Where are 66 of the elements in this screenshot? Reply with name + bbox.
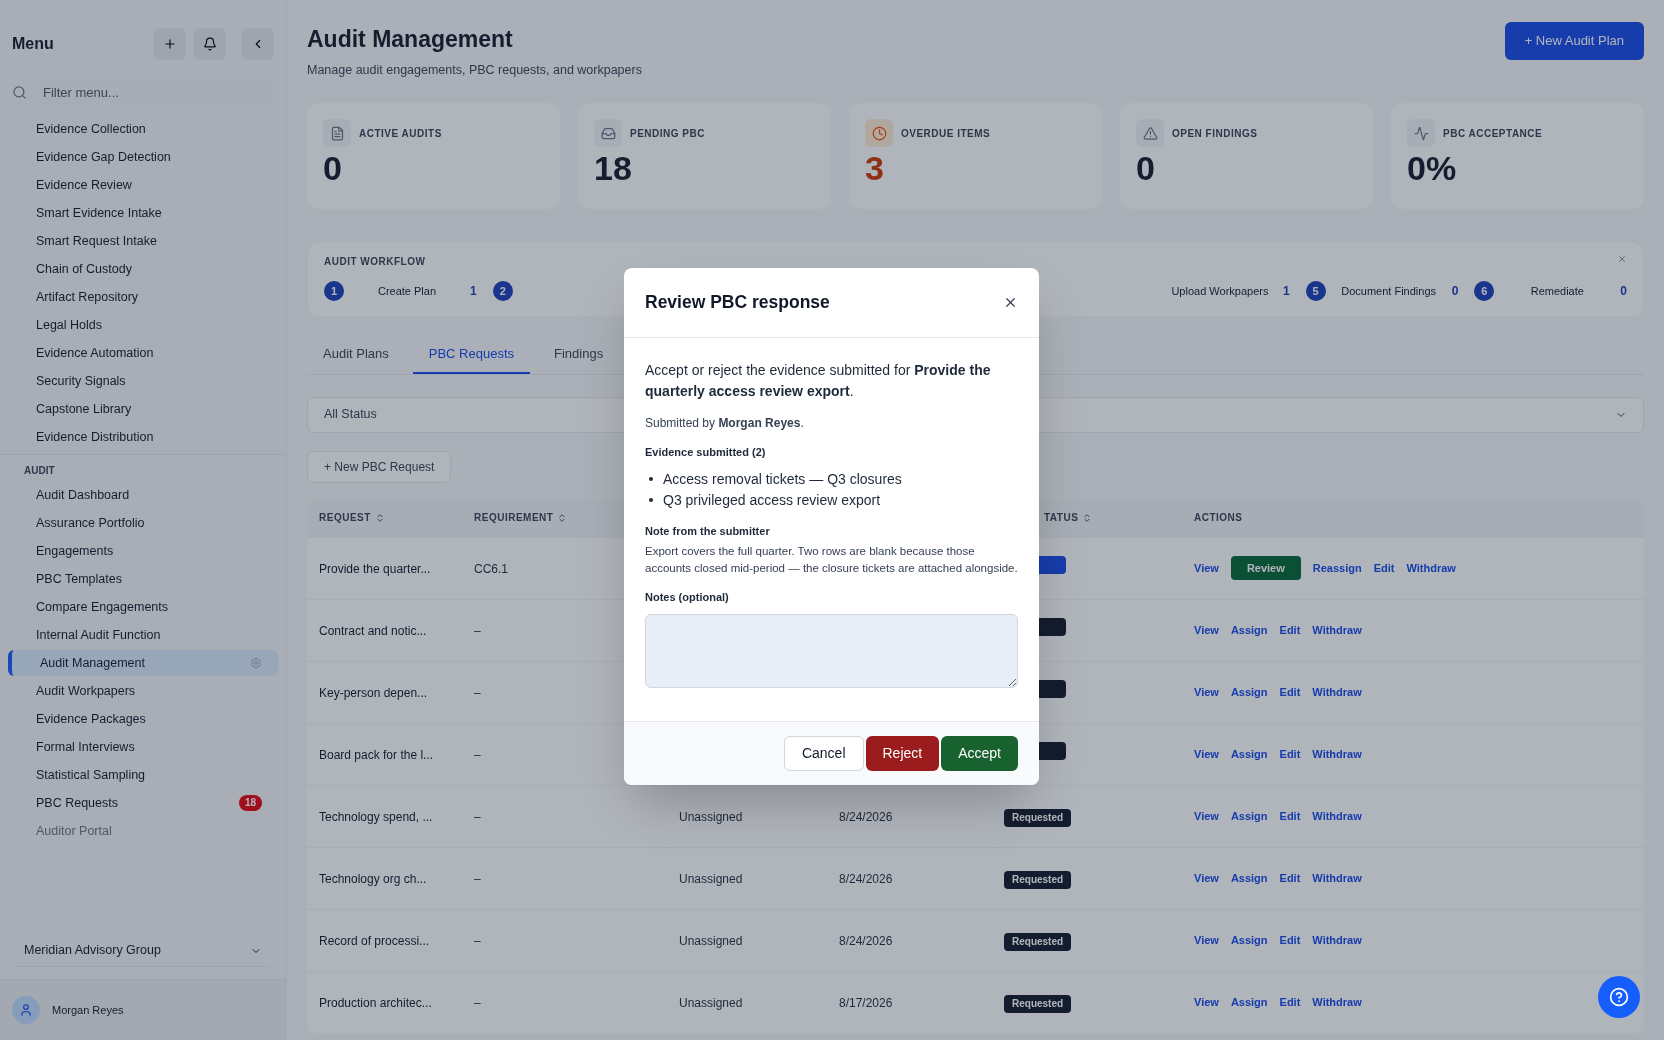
- stat-label: ACTIVE AUDITS: [359, 126, 442, 141]
- step-count: 1: [1282, 283, 1290, 301]
- workflow-title: AUDIT WORKFLOW: [324, 255, 426, 270]
- sidebar-title: Menu: [12, 34, 54, 54]
- dialog-title: Review PBC response: [645, 291, 830, 315]
- table-cell: 8/24/2026: [839, 872, 893, 887]
- table-cell: 8/24/2026: [839, 810, 893, 825]
- step-label: Remediate: [1529, 284, 1585, 299]
- step-number: 2: [492, 281, 513, 302]
- stat-value: 0%: [1407, 148, 1458, 190]
- step-count: 0: [1451, 283, 1459, 301]
- user-name: Morgan Reyes: [52, 1002, 124, 1018]
- stat-value: 0: [1136, 148, 1156, 190]
- table-cell: CC6.1: [474, 562, 508, 577]
- table-cell: Unassigned: [679, 996, 743, 1011]
- step-count: 1: [470, 283, 477, 301]
- table-cell: –: [474, 748, 481, 763]
- stat-value: 18: [594, 148, 633, 190]
- table-cell: Record of processi...: [319, 934, 430, 949]
- table-cell: 8/24/2026: [839, 934, 893, 949]
- count-badge: 18: [238, 795, 262, 811]
- step-label: Document Findings: [1340, 284, 1437, 299]
- page-subtitle: Manage audit engagements, PBC requests, and workpapers: [307, 61, 642, 79]
- status-badge: Requested: [1004, 933, 1072, 952]
- section-heading: AUDIT: [23, 464, 56, 478]
- stat-label: PENDING PBC: [630, 126, 705, 141]
- step-number: 6: [1474, 281, 1495, 302]
- page-title: Audit Management: [307, 25, 514, 54]
- table-cell: –: [474, 872, 481, 887]
- stat-label: OVERDUE ITEMS: [901, 126, 991, 141]
- stat-value: 3: [865, 148, 885, 190]
- step-count: 0: [1620, 283, 1627, 301]
- stat-value: 0: [323, 148, 343, 190]
- table-cell: Technology spend, ...: [319, 810, 433, 825]
- submitted-by-text: Submitted by Morgan Reyes.: [645, 415, 805, 432]
- evidence-item: Q3 privileged access review export: [663, 490, 881, 510]
- table-cell: 8/17/2026: [839, 996, 893, 1011]
- table-cell: Provide the quarter...: [319, 562, 431, 577]
- table-cell: –: [474, 686, 481, 701]
- notes-label: Notes (optional): [645, 590, 730, 605]
- dialog-intro: Accept or reject the evidence submitted for Provide the quarterly access review export.: [645, 361, 992, 401]
- table-cell: Unassigned: [679, 934, 743, 949]
- status-badge: Requested: [1004, 995, 1072, 1014]
- step-number: 5: [1305, 281, 1326, 302]
- table-cell: Key-person depen...: [319, 686, 428, 701]
- table-cell: Unassigned: [679, 872, 743, 887]
- status-badge: Requested: [1004, 871, 1072, 890]
- table-cell: –: [474, 810, 481, 825]
- stat-label: OPEN FINDINGS: [1172, 126, 1258, 141]
- status-badge: Requested: [1004, 809, 1072, 828]
- step-number: 1: [324, 281, 344, 302]
- table-cell: Board pack for the l...: [319, 748, 434, 763]
- table-cell: Production architec...: [319, 996, 432, 1011]
- table-cell: Technology org ch...: [319, 872, 427, 887]
- table-cell: –: [474, 934, 481, 949]
- table-cell: Unassigned: [679, 810, 743, 825]
- stat-label: PBC ACCEPTANCE: [1443, 126, 1543, 141]
- submitter-note: Export covers the full quarter. Two rows are blank because those accounts closed mid-period — the closure tickets are attached alongside.: [645, 544, 1018, 576]
- table-cell: Contract and notic...: [319, 624, 427, 639]
- step-label: Create Plan: [376, 284, 438, 299]
- note-heading: Note from the submitter: [645, 523, 771, 539]
- table-cell: –: [474, 996, 481, 1011]
- step-label: Upload Workpapers: [1170, 284, 1270, 299]
- evidence-heading: Evidence submitted (2): [645, 445, 767, 460]
- evidence-item: Access removal tickets — Q3 closures: [663, 469, 902, 489]
- table-cell: –: [474, 624, 481, 639]
